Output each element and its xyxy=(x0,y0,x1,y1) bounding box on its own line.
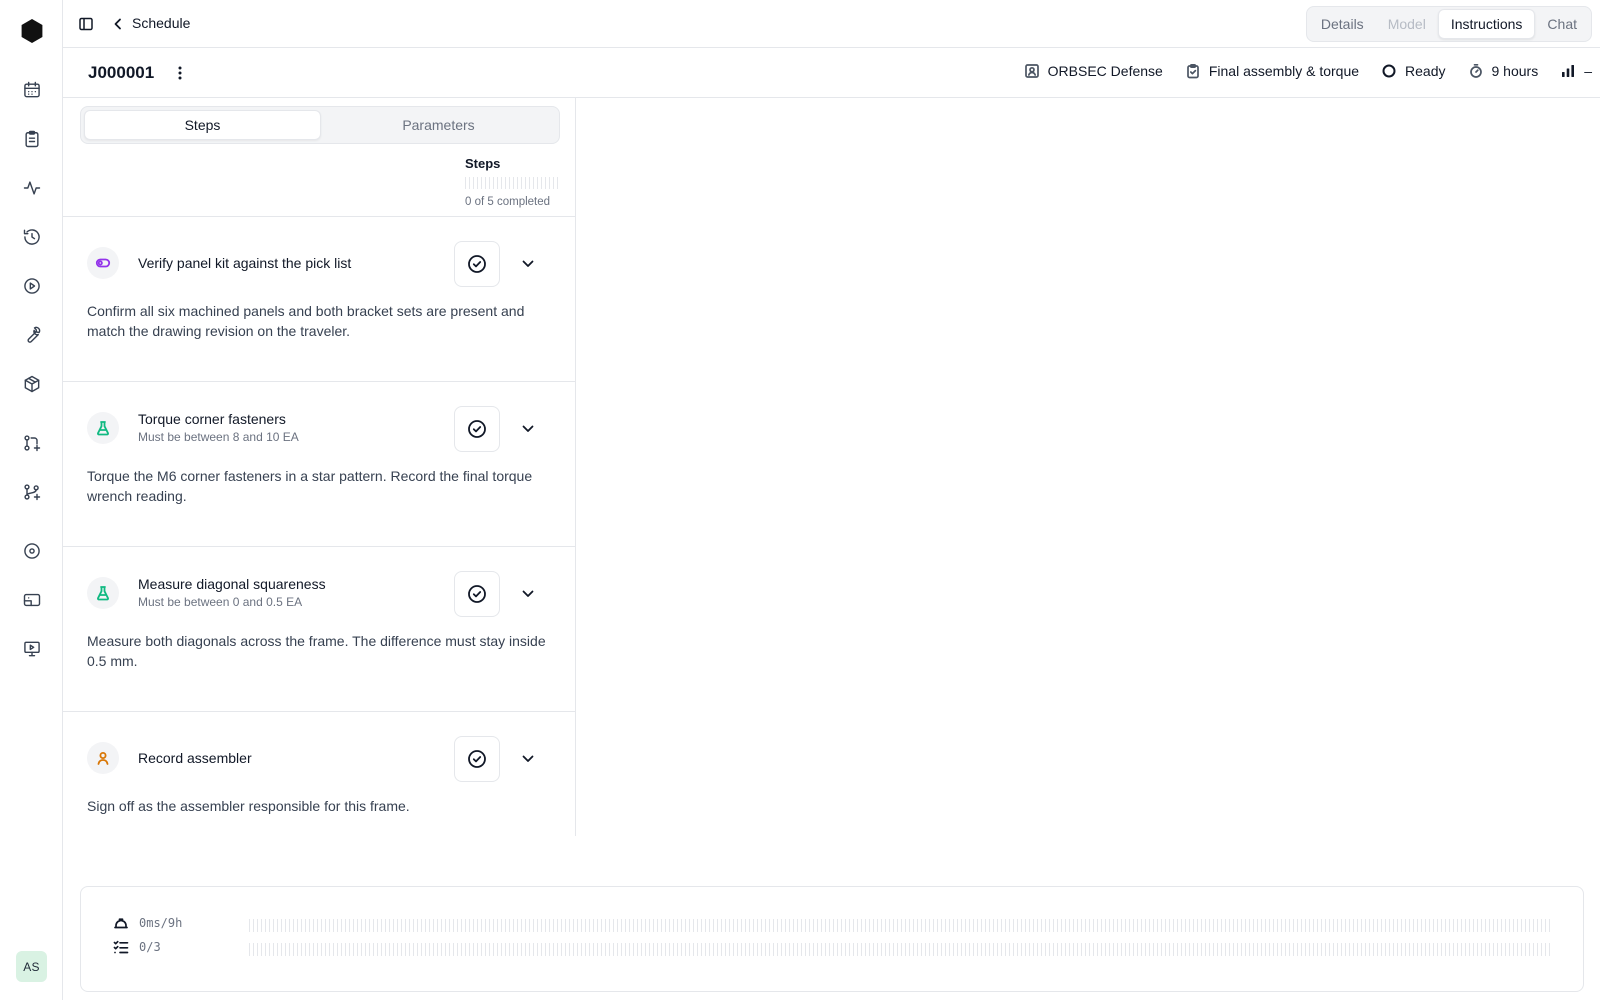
step-type-badge xyxy=(87,742,119,774)
step-subtitle: Must be between 8 and 10 EA xyxy=(138,430,299,444)
timer-icon xyxy=(1469,63,1482,78)
check-circle-icon xyxy=(468,585,486,603)
tab-model[interactable]: Model xyxy=(1376,9,1438,39)
step-type-badge xyxy=(87,577,119,609)
task-tracker-bar xyxy=(249,943,1553,956)
calendar-icon[interactable] xyxy=(20,78,44,102)
panel-tabs: Steps Parameters xyxy=(80,106,560,144)
list-checks-icon xyxy=(113,940,129,954)
complete-step-button[interactable] xyxy=(454,406,500,452)
priority-text: – xyxy=(1584,63,1592,79)
flask-icon xyxy=(97,421,109,436)
step-item[interactable]: Measure diagonal squareness Must be betw… xyxy=(63,547,575,712)
expand-step-button[interactable] xyxy=(518,254,538,274)
toggle-icon xyxy=(95,258,111,268)
step-title: Measure diagonal squareness xyxy=(138,576,326,592)
job-meta: ORBSEC Defense Final assembly & torque R… xyxy=(1024,63,1592,79)
chevron-down-icon xyxy=(522,425,534,432)
stop-circle-icon[interactable] xyxy=(20,539,44,563)
step-description: Sign off as the assembler responsible fo… xyxy=(87,798,410,814)
complete-step-button[interactable] xyxy=(454,241,500,287)
sidebar-toggle-icon[interactable] xyxy=(77,15,95,33)
operation-name: Final assembly & torque xyxy=(1208,63,1360,79)
tab-parameters[interactable]: Parameters xyxy=(321,110,556,140)
breadcrumb-schedule[interactable]: Schedule xyxy=(132,15,190,31)
step-description: Measure both diagonals across the frame.… xyxy=(87,633,546,669)
steps-panel: Steps Parameters Steps 0 of 5 completed … xyxy=(63,98,576,836)
flask-icon xyxy=(97,586,109,601)
time-tracker-bar xyxy=(249,919,1553,932)
customer-name: ORBSEC Defense xyxy=(1047,63,1163,79)
step-description: Torque the M6 corner fasteners in a star… xyxy=(87,468,533,504)
step-title: Verify panel kit against the pick list xyxy=(138,255,352,271)
step-item[interactable]: Record assembler Sign off as the assembl… xyxy=(63,712,575,836)
duration-item[interactable]: 9 hours xyxy=(1468,63,1539,79)
progress-bar xyxy=(465,177,560,189)
check-circle-icon xyxy=(468,420,486,438)
step-item[interactable]: Verify panel kit against the pick list C… xyxy=(63,217,575,382)
customer-item[interactable]: ORBSEC Defense xyxy=(1024,63,1163,79)
operation-item[interactable]: Final assembly & torque xyxy=(1185,63,1359,79)
priority-item[interactable]: – xyxy=(1560,63,1592,79)
view-tabs: Details Model Instructions Chat xyxy=(1305,6,1592,42)
step-subtitle: Must be between 0 and 0.5 EA xyxy=(138,595,303,609)
clipboard-check-icon xyxy=(1186,63,1199,79)
task-tracker-row: 0/3 xyxy=(113,939,161,955)
step-type-badge xyxy=(87,247,119,279)
job-id: J000001 xyxy=(88,63,155,82)
ticket-icon[interactable] xyxy=(20,588,44,612)
tab-chat[interactable]: Chat xyxy=(1535,9,1589,39)
complete-step-button[interactable] xyxy=(454,571,500,617)
progress-summary: 0 of 5 completed xyxy=(465,196,551,208)
tab-steps[interactable]: Steps xyxy=(84,110,321,140)
complete-step-button[interactable] xyxy=(454,736,500,782)
left-nav-rail: AS xyxy=(0,0,63,1000)
package-icon[interactable] xyxy=(20,372,44,396)
top-bar: Schedule Details Model Instructions Chat xyxy=(63,0,1600,48)
expand-step-button[interactable] xyxy=(518,749,538,769)
time-tracker-label: 0ms/9h xyxy=(139,916,183,930)
wrench-icon[interactable] xyxy=(20,323,44,347)
bar-chart-icon xyxy=(1562,65,1575,77)
expand-step-button[interactable] xyxy=(518,419,538,439)
step-description: Confirm all six machined panels and both… xyxy=(87,303,525,339)
chevron-down-icon xyxy=(522,590,534,597)
clipboard-icon[interactable] xyxy=(20,127,44,151)
check-circle-icon xyxy=(468,255,486,273)
job-header: J000001 ORBSEC Defense Final assembly & … xyxy=(63,48,1600,98)
step-type-badge xyxy=(87,412,119,444)
timeline-card: 0ms/9h 0/3 xyxy=(80,886,1584,992)
check-circle-icon xyxy=(468,750,486,768)
steps-progress: Steps 0 of 5 completed xyxy=(465,156,560,208)
hexagon-logo-icon[interactable] xyxy=(19,18,45,44)
step-title: Record assembler xyxy=(138,750,252,766)
progress-title: Steps xyxy=(465,156,501,171)
duration-text: 9 hours xyxy=(1491,63,1539,79)
more-vertical-icon[interactable] xyxy=(170,63,190,83)
task-tracker-label: 0/3 xyxy=(139,940,161,954)
chevron-down-icon xyxy=(522,755,534,762)
status-item[interactable]: Ready xyxy=(1381,63,1446,79)
status-text: Ready xyxy=(1405,63,1446,79)
pull-request-icon[interactable] xyxy=(20,431,44,455)
chevron-left-icon[interactable] xyxy=(109,15,127,33)
step-title: Torque corner fasteners xyxy=(138,411,286,427)
time-tracker-row: 0ms/9h xyxy=(113,915,182,931)
tab-details[interactable]: Details xyxy=(1309,9,1376,39)
step-item[interactable]: Torque corner fasteners Must be between … xyxy=(63,382,575,547)
expand-step-button[interactable] xyxy=(518,584,538,604)
presentation-play-icon[interactable] xyxy=(20,637,44,661)
play-circle-icon[interactable] xyxy=(20,274,44,298)
history-icon[interactable] xyxy=(20,225,44,249)
git-branch-plus-icon[interactable] xyxy=(20,480,44,504)
status-circle-icon xyxy=(1382,64,1396,78)
tab-instructions[interactable]: Instructions xyxy=(1437,9,1536,39)
chevron-down-icon xyxy=(522,260,534,267)
user-icon xyxy=(97,752,109,765)
user-avatar[interactable]: AS xyxy=(16,951,47,982)
hard-hat-icon xyxy=(114,918,128,929)
contact-card-icon xyxy=(1024,64,1039,78)
activity-icon[interactable] xyxy=(20,176,44,200)
